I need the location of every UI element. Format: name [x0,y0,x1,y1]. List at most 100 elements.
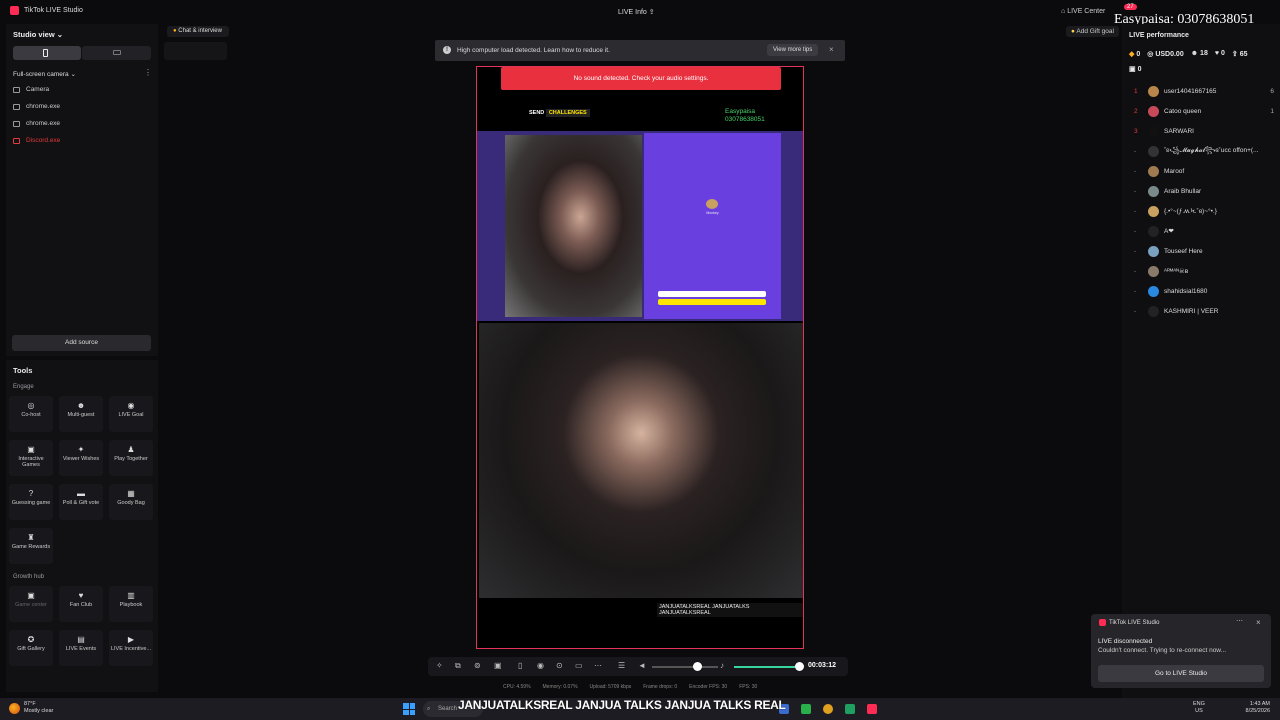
windows-start-icon[interactable] [403,703,415,715]
live-preview-canvas[interactable]: No sound detected. Check your audio sett… [476,66,804,649]
tool-gamepad[interactable]: ▣ Interactive Games [9,440,53,476]
speaker-icon[interactable]: ◄ [638,661,646,670]
view-more-tips-button[interactable]: View more tips [767,44,819,56]
close-icon[interactable]: × [829,45,834,54]
tool-multi-guest[interactable]: ☻ Multi-guest [59,396,103,432]
viewer-row[interactable]: - ᴬᴿᴹᴬᴺ☠ʙ [1134,264,1274,278]
volume-slider[interactable] [652,666,718,668]
tool-bag[interactable]: ▦ Goody Bag [109,484,153,520]
tool-events[interactable]: ▤ LIVE Events [59,630,103,666]
weather-icon[interactable] [9,703,20,714]
tool-fan-club[interactable]: ♥ Fan Club [59,586,103,622]
system-clock[interactable]: 1:43 AM 8/25/2026 [1218,701,1270,715]
live-goal-icon: ◉ [127,401,135,410]
tool-label: Multi-guest [67,412,95,418]
more-icon[interactable]: ⋯ [594,661,602,670]
microphone-icon[interactable]: ♪ [720,661,724,670]
source-item-discord[interactable]: Discord.exe [13,137,60,144]
performance-stats: CPU: 4.59% Memory: 0.07% Upload: 5709 kb… [503,684,757,690]
viewer-name: A❤ [1164,228,1174,235]
source-item-camera[interactable]: Camera [13,86,49,93]
bag-icon: ▦ [127,489,135,498]
tool-poll[interactable]: ▬ Poll & Gift vote [59,484,103,520]
tool-label: Play Together [114,456,148,462]
more-icon[interactable]: ⋯ [1236,617,1243,625]
vertical-view-toggle[interactable] [13,46,81,60]
phone-icon [43,49,48,57]
viewers-stat: ☻ 18 [1190,50,1208,57]
viewer-row[interactable]: - shahidsial1680 [1134,284,1274,298]
live-info-button[interactable]: LIVE Info ⇪ [618,8,655,16]
viewer-row[interactable]: 1 user14041667165 6 [1134,84,1274,98]
viewer-row[interactable]: 2 Catoo queen 1 [1134,104,1274,118]
tiktok-taskbar-icon[interactable] [867,704,877,714]
toast-app-name: TikTok LIVE Studio [1109,620,1160,626]
tool-gift-gallery[interactable]: ✪ Gift Gallery [9,630,53,666]
go-to-live-studio-button[interactable]: Go to LIVE Studio [1098,665,1264,682]
magic-wand-icon[interactable]: ✧ [436,661,443,670]
app-icon[interactable] [801,704,811,714]
phone-icon[interactable]: ▯ [518,661,522,670]
studio-view-dropdown[interactable]: Studio view ⌄ [13,30,63,39]
viewer-row[interactable]: - {.•°~(ƒ.ʍ.Ϟ.˚ɞ)~°•.} [1134,204,1274,218]
camera-icon[interactable]: ⊙ [556,661,563,670]
mic-slider-knob[interactable] [795,662,804,671]
viewer-row[interactable]: - Touseef Here [1134,244,1274,258]
tool-playbook[interactable]: ▥ Playbook [109,586,153,622]
viewer-row[interactable]: - KASHMIRI | VEER [1134,304,1274,318]
viewer-row[interactable]: 3 SARWARI [1134,124,1274,138]
viewer-rank: - [1134,227,1137,235]
add-gift-goal-button[interactable]: ● Add Gift goal [1066,26,1119,37]
window-icon [13,120,20,127]
source-item-chrome[interactable]: chrome.exe [13,103,60,110]
memory-stat: Memory: 0.07% [542,684,578,690]
tool-live-goal[interactable]: ◉ LIVE Goal [109,396,153,432]
tool-wishes[interactable]: ✦ Viewer Wishes [59,440,103,476]
live-center-button[interactable]: ⌂ LIVE Center [1061,8,1105,15]
source-item-chrome[interactable]: chrome.exe [13,120,60,127]
weather-widget[interactable]: 87°F Mostly clear [24,701,53,715]
viewer-name: ˚ʚ꧁𝓜𝓾𝓰𝓱𝓪𝓵꧂ɞ˚ucc offon+(... [1164,146,1259,154]
tool-incentive[interactable]: ▶ LIVE Incentive... [109,630,153,666]
settings-sliders-icon[interactable]: ☰ [618,661,625,670]
tool-label: LIVE Goal [118,412,144,418]
record-icon[interactable]: ◉ [537,661,544,670]
screen-icon[interactable]: ▣ [494,661,502,670]
tool-game-center[interactable]: ▣ Game center [9,586,53,622]
tool-rewards[interactable]: ♜ Game Rewards [9,528,53,564]
horizontal-view-toggle[interactable] [82,46,151,60]
viewer-row[interactable]: - ˚ʚ꧁𝓜𝓾𝓰𝓱𝓪𝓵꧂ɞ˚ucc offon+(... [1134,144,1274,158]
volume-slider-knob[interactable] [692,662,702,671]
viewer-rank: - [1134,247,1137,255]
viewer-name: user14041667165 [1164,87,1217,95]
more-icon[interactable]: ⋮ [144,68,152,77]
fps-stat: FPS: 30 [739,684,758,690]
tiktok-logo-icon [1099,619,1106,626]
video-icon[interactable]: ▭ [575,661,583,670]
toast-submessage: Couldn't connect. Trying to re-connect n… [1098,647,1227,654]
tools-title: Tools [13,366,33,375]
usd-stat: ◎ USD0.00 [1147,51,1184,58]
viewer-row[interactable]: - Maroof [1134,164,1274,178]
viewer-row[interactable]: - A❤ [1134,224,1274,238]
effects-icon[interactable]: ⊚ [474,661,481,670]
tool-co-host[interactable]: ◎ Co-host [9,396,53,432]
chrome-icon[interactable] [823,704,833,714]
layout-icon[interactable]: ⧉ [455,661,461,671]
tool-label: Gift Gallery [17,646,45,652]
viewer-row[interactable]: - Araib Bhullar [1134,184,1274,198]
notification-badge[interactable]: 27 [1124,4,1137,10]
viewer-name: Araib Bhullar [1164,187,1202,195]
question-icon: ? [28,489,34,498]
scene-dropdown[interactable]: Full-screen camera ⌄ [13,70,76,78]
stream-controls-bar: ✧ ⧉ ⊚ ▣ ▯ ◉ ⊙ ▭ ⋯ ☰ ◄ ♪ 00:03:12 [428,657,848,676]
add-source-button[interactable]: Add source [12,335,151,351]
close-icon[interactable]: × [1256,618,1261,627]
share-icon: ⇪ [1231,51,1238,58]
language-indicator[interactable]: ENG US [1193,701,1205,715]
app-icon[interactable] [845,704,855,714]
tool-play-together[interactable]: ♟ Play Together [109,440,153,476]
tab-chat-interview[interactable]: ● Chat & interview [167,26,229,37]
tool-question[interactable]: ? Guessing game [9,484,53,520]
co-host-icon: ◎ [27,401,35,410]
